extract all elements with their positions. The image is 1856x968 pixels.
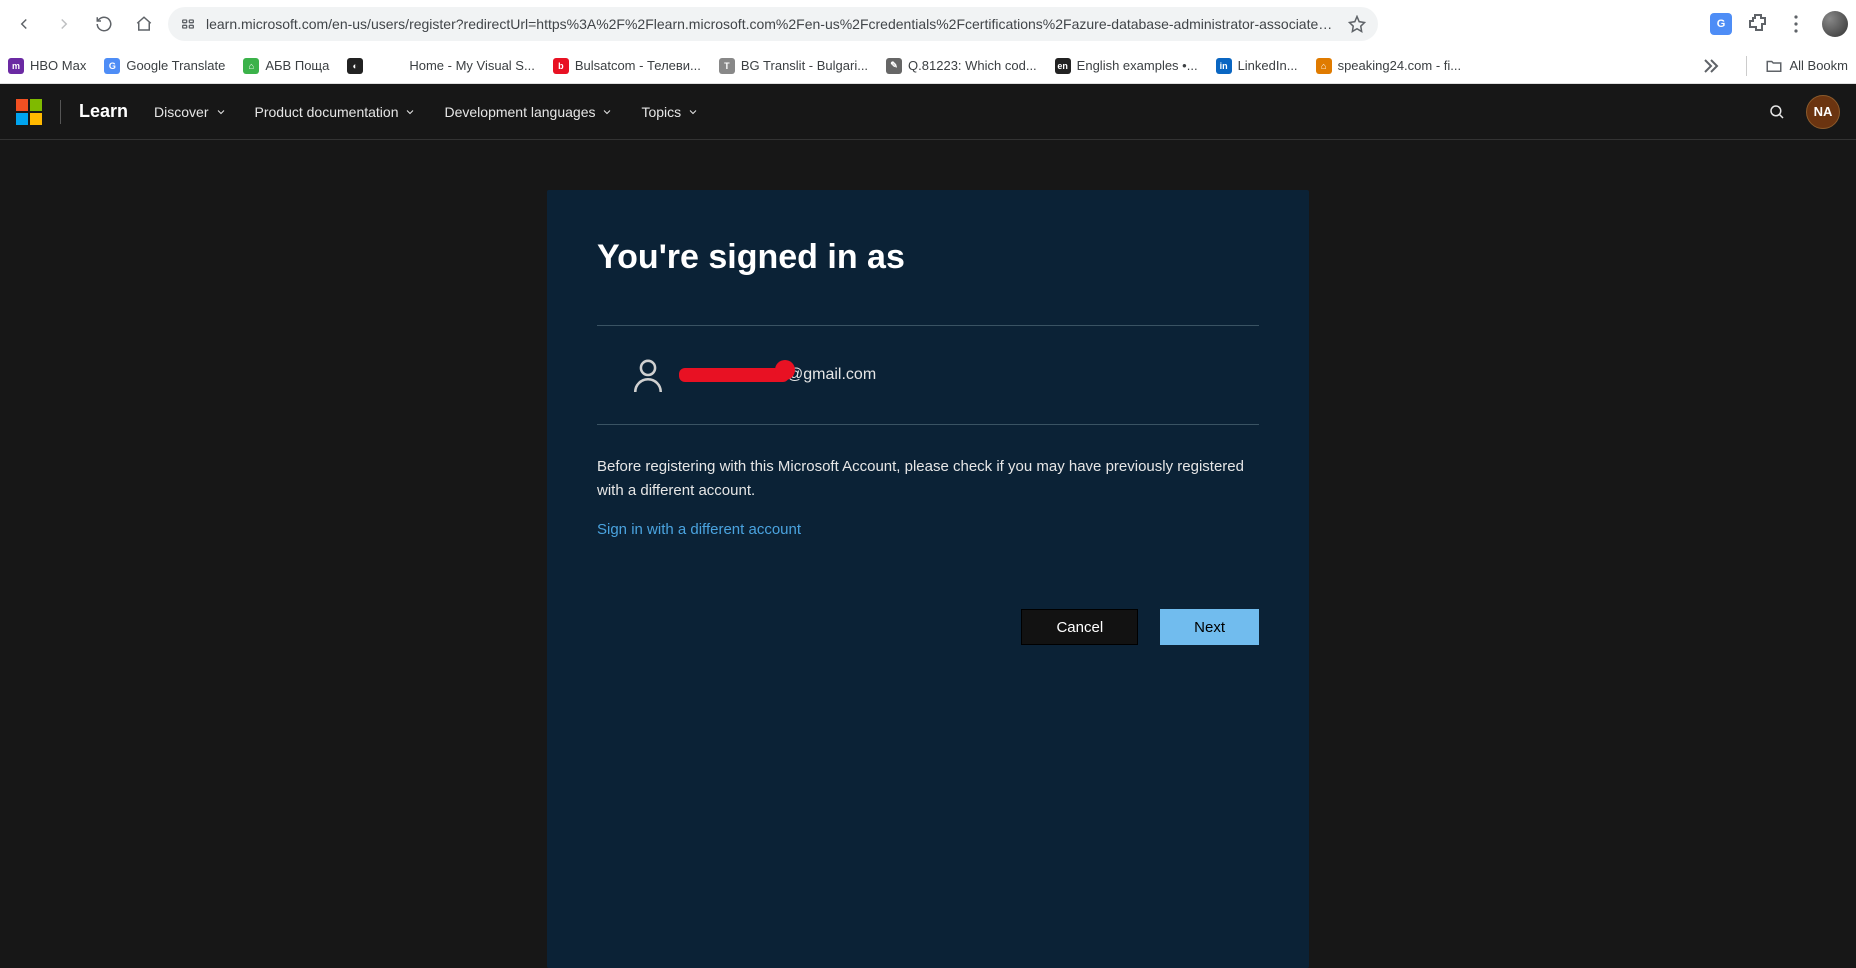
bookmark-item[interactable]: ⌂АБВ Поща: [243, 58, 329, 74]
chevron-down-icon: [215, 106, 227, 118]
star-icon[interactable]: [1348, 15, 1366, 33]
nav-development-languages[interactable]: Development languages: [444, 104, 613, 120]
bookmark-item[interactable]: GGoogle Translate: [104, 58, 225, 74]
card-title: You're signed in as: [597, 238, 1259, 277]
nav-topics[interactable]: Topics: [641, 104, 699, 120]
site-brand[interactable]: Learn: [79, 101, 128, 122]
divider: [597, 424, 1259, 425]
nav-product-documentation[interactable]: Product documentation: [255, 104, 417, 120]
info-text: Before registering with this Microsoft A…: [597, 455, 1259, 503]
bookmarks-overflow-icon[interactable]: [1698, 54, 1722, 78]
chevron-down-icon: [601, 106, 613, 118]
bookmarks-bar: mHBO Max GGoogle Translate ⌂АБВ Поща ◐ H…: [0, 48, 1856, 84]
bookmark-item[interactable]: Home - My Visual S...: [387, 58, 534, 74]
site-settings-icon: [180, 16, 196, 32]
chrome-menu-icon[interactable]: [1784, 12, 1808, 36]
browser-toolbar: learn.microsoft.com/en-us/users/register…: [0, 0, 1856, 48]
account-row: @gmail.com: [597, 326, 1259, 424]
bookmark-item[interactable]: ✎Q.81223: Which cod...: [886, 58, 1037, 74]
divider: [60, 100, 61, 124]
bookmark-item[interactable]: mHBO Max: [8, 58, 86, 74]
reload-button[interactable]: [88, 8, 120, 40]
chevron-down-icon: [404, 106, 416, 118]
url-text: learn.microsoft.com/en-us/users/register…: [206, 16, 1338, 32]
divider: [1746, 56, 1747, 76]
bookmark-item[interactable]: TBG Translit - Bulgari...: [719, 58, 868, 74]
user-avatar[interactable]: NA: [1806, 95, 1840, 129]
bookmark-item[interactable]: bBulsatcom - Телеви...: [553, 58, 701, 74]
chrome-profile-avatar[interactable]: [1822, 11, 1848, 37]
home-button[interactable]: [128, 8, 160, 40]
user-icon: [631, 356, 665, 394]
site-header: Learn Discover Product documentation Dev…: [0, 84, 1856, 140]
bookmark-item[interactable]: ⌂speaking24.com - fi...: [1316, 58, 1462, 74]
bookmark-item[interactable]: enEnglish examples •...: [1055, 58, 1198, 74]
chevron-down-icon: [687, 106, 699, 118]
forward-button[interactable]: [48, 8, 80, 40]
sign-in-different-link[interactable]: Sign in with a different account: [597, 521, 801, 538]
extensions-icon[interactable]: [1746, 12, 1770, 36]
translate-icon[interactable]: G: [1710, 13, 1732, 35]
all-bookmarks-button[interactable]: All Bookm: [1765, 57, 1848, 75]
microsoft-logo-icon[interactable]: [16, 99, 42, 125]
back-button[interactable]: [8, 8, 40, 40]
bookmark-item[interactable]: ◐: [347, 58, 369, 74]
redacted-text: [679, 368, 789, 382]
account-email: @gmail.com: [679, 366, 876, 384]
register-card: You're signed in as @gmail.com Before re…: [547, 190, 1309, 968]
next-button[interactable]: Next: [1160, 609, 1259, 645]
nav-discover[interactable]: Discover: [154, 104, 226, 120]
folder-icon: [1765, 57, 1783, 75]
bookmark-item[interactable]: inLinkedIn...: [1216, 58, 1298, 74]
search-icon[interactable]: [1768, 103, 1786, 121]
cancel-button[interactable]: Cancel: [1021, 609, 1138, 645]
address-bar[interactable]: learn.microsoft.com/en-us/users/register…: [168, 7, 1378, 41]
